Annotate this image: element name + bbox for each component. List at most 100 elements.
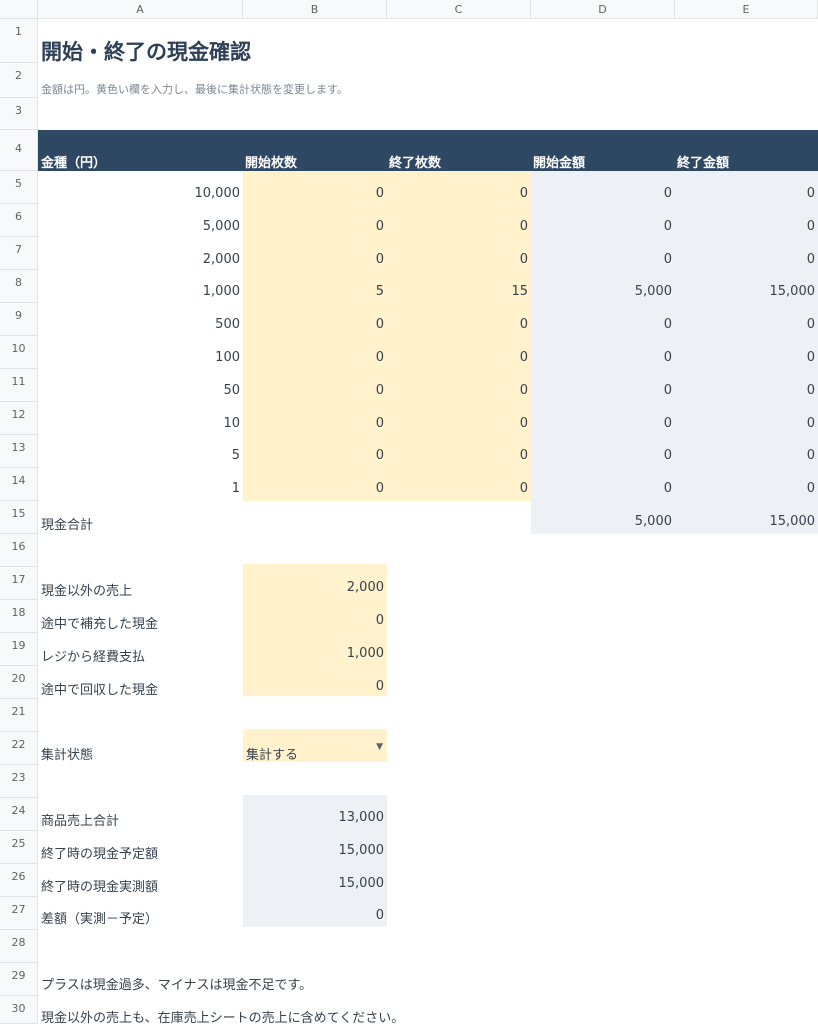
start-amount-value[interactable]: 5,000 — [531, 284, 675, 299]
end-count-value[interactable]: 0 — [387, 481, 531, 496]
adjustment-label[interactable]: 途中で補充した現金 — [38, 613, 158, 632]
end-amount-value[interactable]: 15,000 — [675, 284, 818, 299]
adjustment-value[interactable]: 0 — [243, 613, 387, 628]
note-text[interactable]: 現金以外の売上も、在庫売上シートの売上に含めてください。 — [38, 1007, 404, 1026]
end-count-value[interactable]: 0 — [387, 350, 531, 365]
note-text[interactable]: プラスは現金過多、マイナスは現金不足です。 — [38, 974, 312, 993]
row-header[interactable]: 19 — [0, 633, 38, 666]
row-header[interactable]: 22 — [0, 732, 38, 765]
end-count-value[interactable]: 15 — [387, 284, 531, 299]
start-amount-value[interactable]: 0 — [531, 448, 675, 463]
end-amount-value[interactable]: 0 — [675, 186, 818, 201]
column-header-c[interactable]: C — [387, 0, 531, 19]
row-header[interactable]: 9 — [0, 303, 38, 336]
adjustment-label[interactable]: 現金以外の売上 — [38, 580, 132, 599]
end-amount-value[interactable]: 0 — [675, 350, 818, 365]
row-header[interactable]: 29 — [0, 963, 38, 996]
start-amount-value[interactable]: 0 — [531, 350, 675, 365]
row-header[interactable]: 17 — [0, 567, 38, 600]
start-count-value[interactable]: 5 — [243, 284, 387, 299]
row-header[interactable]: 8 — [0, 270, 38, 303]
row-header[interactable]: 2 — [0, 63, 38, 98]
row-header[interactable]: 28 — [0, 930, 38, 963]
start-amount-value[interactable]: 0 — [531, 252, 675, 267]
end-count-value[interactable]: 0 — [387, 383, 531, 398]
denomination-value[interactable]: 2,000 — [38, 252, 243, 267]
denomination-value[interactable]: 5 — [38, 448, 243, 463]
row-header[interactable]: 23 — [0, 765, 38, 798]
column-header-e[interactable]: E — [675, 0, 818, 19]
header-start-count[interactable]: 開始枚数 — [245, 152, 297, 171]
start-count-value[interactable]: 0 — [243, 416, 387, 431]
start-amount-value[interactable]: 0 — [531, 186, 675, 201]
start-amount-value[interactable]: 0 — [531, 416, 675, 431]
header-end-count[interactable]: 終了枚数 — [389, 152, 441, 171]
end-amount-value[interactable]: 0 — [675, 252, 818, 267]
start-count-value[interactable]: 0 — [243, 219, 387, 234]
result-label[interactable]: 商品売上合計 — [38, 810, 119, 829]
result-label[interactable]: 終了時の現金予定額 — [38, 843, 158, 862]
denomination-value[interactable]: 1,000 — [38, 284, 243, 299]
result-label[interactable]: 終了時の現金実測額 — [38, 876, 158, 895]
end-count-value[interactable]: 0 — [387, 186, 531, 201]
status-label[interactable]: 集計状態 — [38, 744, 93, 763]
start-amount-value[interactable]: 0 — [531, 317, 675, 332]
adjustment-value[interactable]: 0 — [243, 679, 387, 694]
row-header[interactable]: 30 — [0, 996, 38, 1024]
result-label[interactable]: 差額（実測－予定） — [38, 908, 158, 927]
row-header[interactable]: 4 — [0, 130, 38, 171]
end-count-value[interactable]: 0 — [387, 252, 531, 267]
row-header[interactable]: 10 — [0, 336, 38, 369]
row-header[interactable]: 1 — [0, 19, 38, 63]
row-header[interactable]: 27 — [0, 897, 38, 930]
end-amount-value[interactable]: 0 — [675, 219, 818, 234]
row-header[interactable]: 3 — [0, 98, 38, 130]
row-header[interactable]: 5 — [0, 171, 38, 204]
row-header[interactable]: 13 — [0, 435, 38, 468]
denomination-value[interactable]: 50 — [38, 383, 243, 398]
row-header[interactable]: 20 — [0, 666, 38, 699]
result-value[interactable]: 15,000 — [243, 843, 387, 858]
row-header[interactable]: 25 — [0, 831, 38, 864]
end-amount-value[interactable]: 0 — [675, 383, 818, 398]
denomination-value[interactable]: 10 — [38, 416, 243, 431]
row-header[interactable]: 14 — [0, 468, 38, 501]
page-subtitle[interactable]: 金額は円。黄色い欄を入力し、最後に集計状態を変更します。 — [41, 81, 348, 97]
row-header[interactable]: 26 — [0, 864, 38, 897]
row-header[interactable]: 21 — [0, 699, 38, 732]
end-amount-value[interactable]: 0 — [675, 317, 818, 332]
column-header-a[interactable]: A — [38, 0, 243, 19]
start-amount-value[interactable]: 0 — [531, 481, 675, 496]
end-count-value[interactable]: 0 — [387, 219, 531, 234]
denomination-value[interactable]: 100 — [38, 350, 243, 365]
denomination-value[interactable]: 500 — [38, 317, 243, 332]
start-count-value[interactable]: 0 — [243, 448, 387, 463]
row-header[interactable]: 15 — [0, 501, 38, 534]
start-count-value[interactable]: 0 — [243, 317, 387, 332]
result-value[interactable]: 0 — [243, 908, 387, 923]
end-count-value[interactable]: 0 — [387, 448, 531, 463]
status-dropdown[interactable]: 集計する ▼ — [243, 729, 387, 763]
result-value[interactable]: 13,000 — [243, 810, 387, 825]
end-count-value[interactable]: 0 — [387, 317, 531, 332]
end-amount-value[interactable]: 0 — [675, 416, 818, 431]
dropdown-arrow-icon[interactable]: ▼ — [376, 742, 383, 752]
row-header[interactable]: 24 — [0, 798, 38, 831]
header-start-amount[interactable]: 開始金額 — [533, 152, 585, 171]
end-amount-value[interactable]: 0 — [675, 448, 818, 463]
row-header[interactable]: 6 — [0, 204, 38, 237]
column-header-d[interactable]: D — [531, 0, 675, 19]
denomination-value[interactable]: 1 — [38, 481, 243, 496]
start-amount-value[interactable]: 0 — [531, 383, 675, 398]
adjustment-value[interactable]: 2,000 — [243, 580, 387, 595]
start-count-value[interactable]: 0 — [243, 481, 387, 496]
row-header[interactable]: 16 — [0, 534, 38, 567]
end-count-value[interactable]: 0 — [387, 416, 531, 431]
header-denomination[interactable]: 金種（円） — [41, 152, 106, 171]
column-header-b[interactable]: B — [243, 0, 387, 19]
denomination-value[interactable]: 10,000 — [38, 186, 243, 201]
adjustment-label[interactable]: レジから経費支払 — [38, 646, 145, 665]
cash-total-label[interactable]: 現金合計 — [38, 514, 243, 533]
adjustment-label[interactable]: 途中で回収した現金 — [38, 679, 158, 698]
cash-total-start[interactable]: 5,000 — [531, 514, 675, 529]
